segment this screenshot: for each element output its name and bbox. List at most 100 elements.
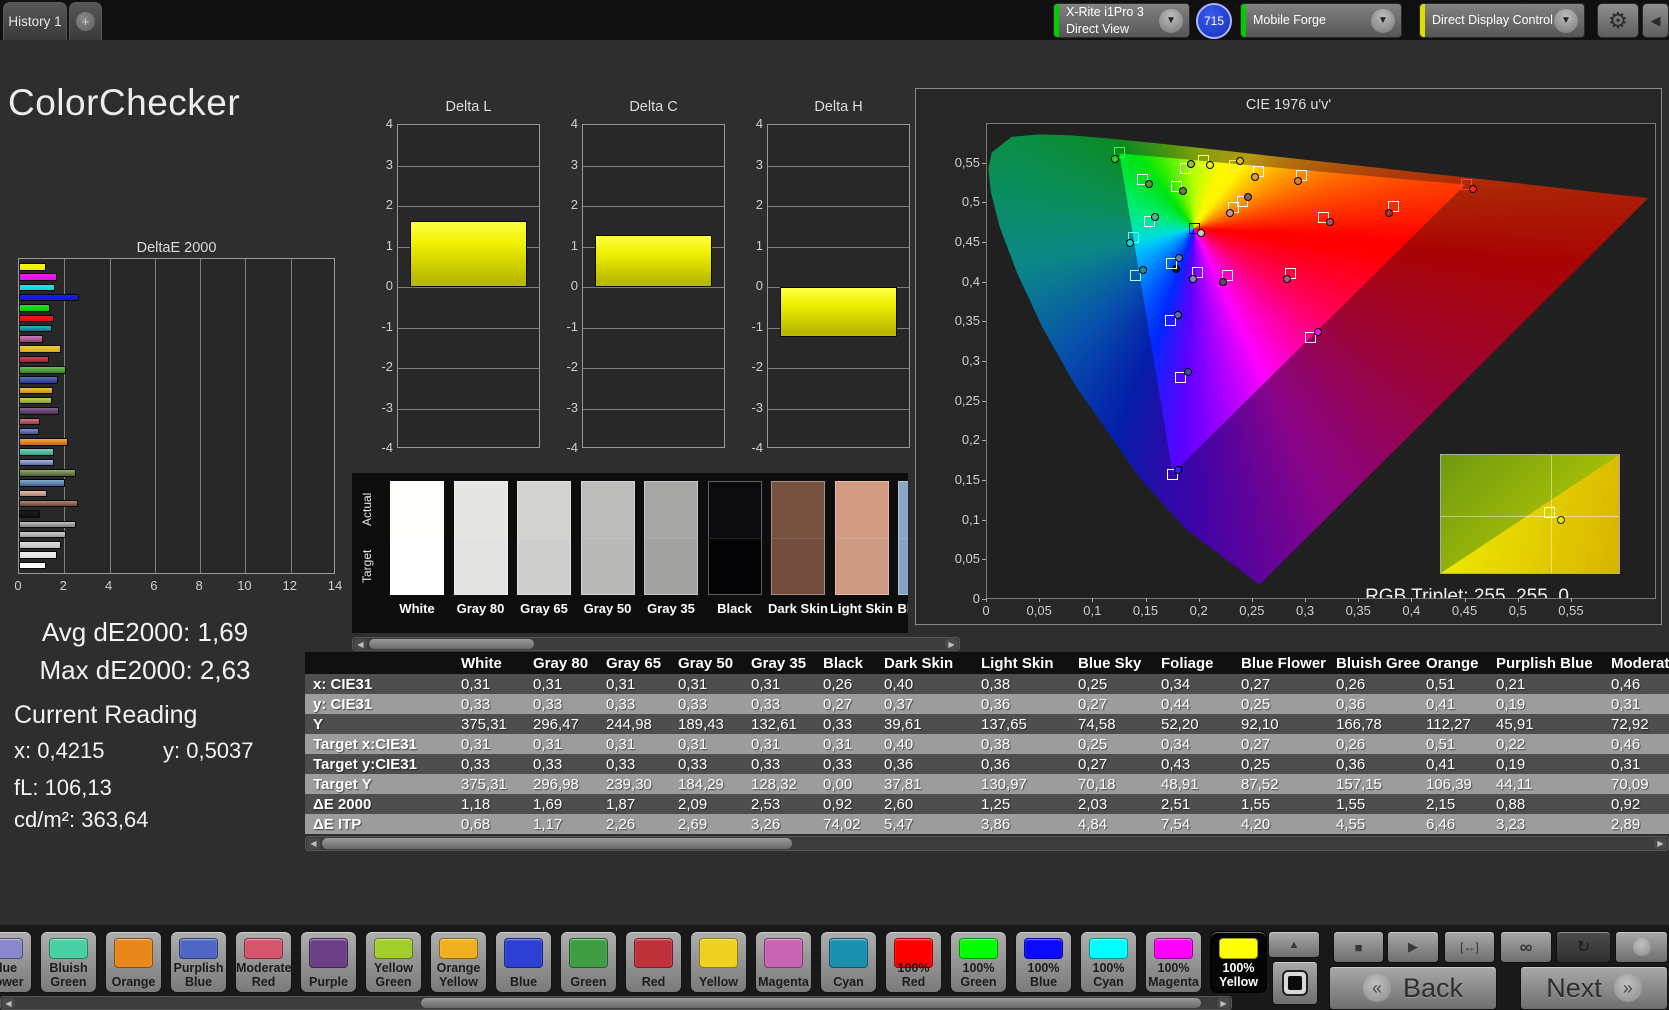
play-icon: ▶	[1408, 939, 1418, 954]
cell: 296,98	[533, 775, 579, 793]
loop-button[interactable]: ∞	[1500, 931, 1552, 963]
tick-mark	[982, 242, 986, 243]
swatch-target-blue-sky[interactable]	[898, 538, 908, 595]
gridline	[398, 327, 539, 329]
patch-button-100-red[interactable]: 100% Red	[885, 931, 942, 993]
patch-button-100-magenta[interactable]: 100% Magenta	[1145, 931, 1202, 993]
swatch-target-dark-skin[interactable]	[771, 538, 825, 595]
scroll-left-icon[interactable]: ◀	[354, 639, 367, 649]
patch-button-bluish-green[interactable]: Bluish Green	[40, 931, 97, 993]
pattern-window-button[interactable]	[1272, 961, 1318, 1005]
patch-label-line: Orange	[111, 975, 156, 989]
play-button[interactable]: ▶	[1387, 931, 1439, 963]
meter-count-badge[interactable]: 715	[1196, 3, 1232, 39]
patch-button-red[interactable]: Red	[625, 931, 682, 993]
back-button[interactable]: « Back	[1329, 966, 1497, 1010]
swatch-target-white[interactable]	[390, 538, 444, 595]
swatch-target-gray-50[interactable]	[580, 538, 635, 595]
source-dropdown-label: Mobile Forge	[1253, 13, 1326, 28]
scrollbar-thumb[interactable]	[421, 998, 1201, 1008]
patch-button-moderate-red[interactable]: Moderate Red	[235, 931, 292, 993]
scrollbar-thumb[interactable]	[369, 639, 534, 649]
swatch-target-gray-35[interactable]	[644, 538, 698, 595]
patch-button-100-cyan[interactable]: 100% Cyan	[1080, 931, 1137, 993]
table-row[interactable]: ΔE 2000 1,18 1,69 1,87 2,09 2,53 0,92 2,60 1,25 2…	[305, 794, 1669, 814]
table-row[interactable]: Y 375,31 296,47 244,98 189,43 132,61 0,33 39,61…	[305, 714, 1669, 734]
patch-button-purple[interactable]: Purple	[300, 931, 357, 993]
table-row[interactable]: ΔE ITP 0,68 1,17 2,26 2,69 3,26 74,02 5,47 3,86 4…	[305, 814, 1669, 834]
swatch-actual-white[interactable]	[390, 481, 444, 538]
deltae-bar-bluish-green	[19, 448, 55, 456]
swatch-actual-gray-80[interactable]	[453, 481, 508, 538]
stop-button[interactable]: ■	[1333, 931, 1384, 963]
patch-button-orange-yellow[interactable]: Orange Yellow	[430, 931, 487, 993]
chevron-left-icon: ◀	[1650, 12, 1661, 28]
table-row[interactable]: x: CIE31 0,31 0,31 0,31 0,31 0,31 0,26 0,40 0,38…	[305, 674, 1669, 694]
swatch-actual-dark-skin[interactable]	[771, 481, 825, 538]
infinity-icon: ∞	[1519, 936, 1533, 957]
swatch-target-light-skin[interactable]	[834, 538, 889, 595]
cie-plot: RGB Triplet: 255, 255, 0	[986, 123, 1656, 599]
row-label: Y	[313, 715, 324, 733]
swatch-actual-blue-sky[interactable]	[898, 481, 908, 538]
patch-button-yellow[interactable]: Yellow	[690, 931, 747, 993]
swatch-actual-gray-35[interactable]	[644, 481, 698, 538]
patch-button-100-blue[interactable]: 100% Blue	[1015, 931, 1072, 993]
table-row[interactable]: Target x:CIE31 0,31 0,31 0,31 0,31 0,31 0,31 0,…	[305, 734, 1669, 754]
inset-measured-marker	[1556, 516, 1565, 525]
cell: 0,31	[823, 735, 853, 753]
cie-measured-blue-flower	[1188, 275, 1197, 284]
tick-mark	[982, 440, 986, 442]
add-tab-button[interactable]: +	[69, 2, 102, 40]
patch-button-100-yellow[interactable]: 100% Yellow	[1210, 931, 1267, 993]
scroll-left-icon[interactable]: ◀	[307, 838, 320, 849]
table-row[interactable]: y: CIE31 0,33 0,33 0,33 0,33 0,33 0,27 0,37 0,36…	[305, 694, 1669, 714]
swatch-actual-black[interactable]	[707, 481, 762, 538]
patch-button-purplish-blue[interactable]: Purplish Blue	[170, 931, 227, 993]
next-label: Next	[1546, 972, 1602, 1003]
step-button[interactable]: [↔]	[1444, 931, 1495, 963]
patch-bar-scrollbar[interactable]: ◀ ▶	[0, 996, 1232, 1010]
table-scrollbar[interactable]: ◀ ▶	[305, 836, 1669, 851]
deltae-bar-gray-80	[19, 551, 58, 559]
table-row[interactable]: Target Y 375,31 296,98 239,30 184,29 128,32 0,…	[305, 774, 1669, 794]
scrollbar-thumb[interactable]	[322, 838, 792, 849]
scroll-right-icon[interactable]: ▶	[1217, 998, 1230, 1008]
patch-button-orange[interactable]: Orange	[105, 931, 162, 993]
patch-button-cyan[interactable]: Cyan	[820, 931, 877, 993]
source-dropdown[interactable]: Mobile Forge ▼	[1240, 3, 1402, 38]
swatch-target-black[interactable]	[707, 538, 762, 595]
badge-value: 715	[1203, 14, 1225, 28]
record-button[interactable]	[1615, 931, 1668, 963]
scroll-left-icon[interactable]: ◀	[2, 998, 15, 1008]
swatch-actual-gray-65[interactable]	[517, 481, 571, 538]
patch-button-green[interactable]: Green	[560, 931, 617, 993]
table-row[interactable]: Target y:CIE31 0,33 0,33 0,33 0,33 0,33 0,33 0,…	[305, 754, 1669, 774]
display-control-dropdown[interactable]: Direct Display Control ▼	[1419, 3, 1585, 38]
scroll-right-icon[interactable]: ▶	[1654, 838, 1667, 849]
patch-button-yellow-green[interactable]: Yellow Green	[365, 931, 422, 993]
cell: 70,09	[1611, 775, 1649, 793]
swatch-target-gray-65[interactable]	[517, 538, 571, 595]
swatch-target-gray-80[interactable]	[453, 538, 508, 595]
swatch-actual-light-skin[interactable]	[834, 481, 889, 538]
patch-button-100-green[interactable]: 100% Green	[950, 931, 1007, 993]
patch-button-blue-flower[interactable]: BlueFlower	[0, 931, 32, 993]
y-tick-label: -4	[566, 440, 578, 455]
swatch-strip-scrollbar[interactable]: ◀ ▶	[352, 637, 960, 651]
target-row-label: Target	[360, 549, 374, 584]
refresh-button[interactable]: ↻	[1556, 931, 1611, 963]
scroll-right-icon[interactable]: ▶	[945, 639, 958, 649]
cie-x-tick: 0,2	[1189, 603, 1208, 618]
meter-dropdown[interactable]: X-Rite i1Pro 3 Direct View ▼	[1053, 3, 1190, 38]
cell: 0,31	[461, 675, 491, 693]
patch-button-magenta[interactable]: Magenta	[755, 931, 812, 993]
tab-history-1[interactable]: History 1	[3, 2, 67, 40]
cell: 0,26	[1336, 675, 1366, 693]
collapse-panel-button[interactable]: ◀	[1642, 3, 1669, 38]
next-button[interactable]: Next »	[1520, 966, 1668, 1010]
pattern-size-up-button[interactable]: ▲	[1268, 931, 1320, 958]
settings-button[interactable]: ⚙	[1597, 3, 1639, 38]
swatch-actual-gray-50[interactable]	[580, 481, 635, 538]
patch-button-blue[interactable]: Blue	[495, 931, 552, 993]
